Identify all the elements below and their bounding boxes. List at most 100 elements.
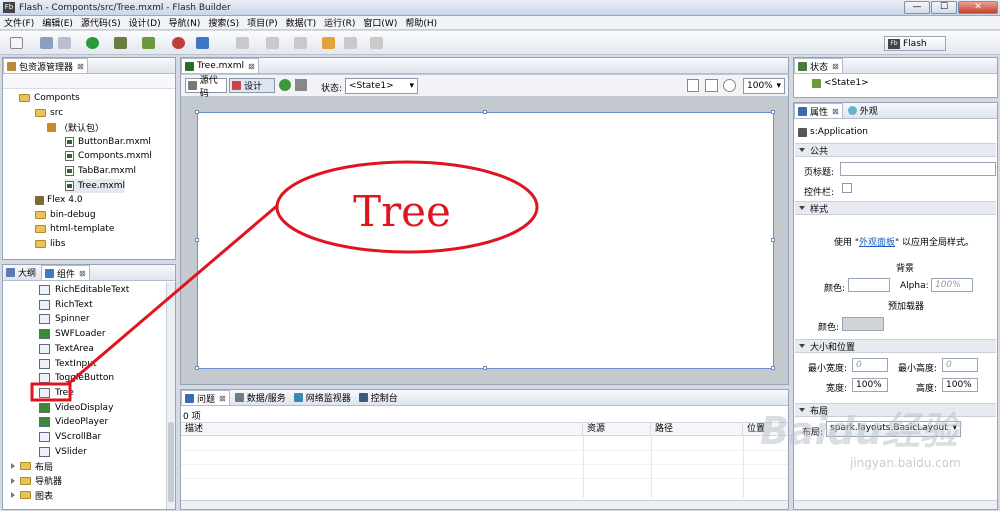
component-item[interactable]: Spinner — [39, 312, 90, 326]
tree-item-file[interactable]: TabBar.mxml — [65, 164, 136, 178]
control-bar-checkbox[interactable] — [842, 183, 852, 193]
state-item[interactable]: <State1> — [812, 76, 869, 90]
select-tool-icon[interactable] — [687, 79, 699, 92]
properties-horizontal-scrollbar[interactable] — [794, 500, 997, 509]
tree-item-folder[interactable]: src — [35, 106, 63, 120]
design-mode-button[interactable]: 设计 — [229, 78, 275, 93]
tree-item-file[interactable]: ButtonBar.mxml — [65, 135, 151, 149]
tree-item-folder[interactable]: Flex 4.0 — [35, 193, 83, 207]
snapshot-icon[interactable] — [295, 79, 307, 91]
column-description[interactable]: 描述 — [181, 423, 583, 435]
components-scrollbar[interactable] — [166, 282, 175, 509]
height-input[interactable]: 100% — [942, 378, 978, 392]
tab-problems-1[interactable]: 数据/服务 — [232, 390, 289, 405]
layout-dropdown[interactable]: spark.layouts.BasicLayout ▾ — [826, 421, 961, 437]
component-item[interactable]: VideoPlayer — [39, 415, 108, 429]
component-item[interactable]: VideoDisplay — [39, 401, 113, 415]
design-canvas[interactable] — [197, 112, 774, 369]
component-item[interactable]: RichEditableText — [39, 283, 129, 297]
component-item[interactable]: TextArea — [39, 342, 94, 356]
component-item[interactable]: VSlider — [39, 445, 87, 459]
tree-item-folder[interactable]: Componts — [19, 91, 80, 105]
expand-icon[interactable] — [11, 463, 15, 469]
component-group[interactable]: 导航器 — [11, 474, 62, 488]
menu-item[interactable]: 帮助(H) — [401, 16, 441, 29]
pan-tool-icon[interactable] — [705, 79, 718, 92]
export-icon[interactable] — [172, 37, 185, 49]
tab-properties[interactable]: 属性 ⊠ — [794, 103, 843, 118]
component-item[interactable]: VScrollBar — [39, 430, 101, 444]
debug-icon[interactable] — [114, 37, 127, 49]
menu-item[interactable]: 导航(N) — [165, 16, 205, 29]
column-location[interactable]: 位置 — [743, 423, 788, 435]
tree-item-folder[interactable]: bin-debug — [35, 208, 96, 222]
tab-problems-2[interactable]: 网络监视器 — [291, 390, 354, 405]
minimize-button[interactable]: — — [904, 1, 930, 14]
close-icon[interactable]: ⊠ — [79, 269, 86, 278]
menu-item[interactable]: 数据(T) — [282, 16, 321, 29]
refresh-icon[interactable] — [279, 79, 291, 91]
menu-item[interactable]: 文件(F) — [0, 16, 38, 29]
tree-item-file[interactable]: Tree.mxml — [65, 178, 125, 193]
problems-horizontal-scrollbar[interactable] — [181, 500, 788, 509]
preloader-color-swatch[interactable] — [842, 317, 884, 331]
background-color-swatch[interactable] — [848, 278, 890, 292]
maximize-button[interactable]: ☐ — [931, 1, 957, 14]
component-group[interactable]: 图表 — [11, 488, 53, 502]
tree-item-folder[interactable]: html-template — [35, 222, 114, 236]
forward-icon[interactable] — [370, 37, 383, 49]
close-icon[interactable]: ⊠ — [77, 62, 84, 71]
component-group[interactable]: 布局 — [11, 459, 53, 473]
tab-problems-3[interactable]: 控制台 — [356, 390, 401, 405]
component-item[interactable]: TextInput — [39, 357, 97, 371]
menu-item[interactable]: 设计(D) — [125, 16, 165, 29]
tree-item-folder[interactable]: libs — [35, 237, 65, 251]
expand-icon[interactable] — [11, 477, 15, 484]
zoom-tool-icon[interactable] — [723, 79, 736, 92]
tab-package-explorer[interactable]: 包资源管理器 ⊠ — [3, 58, 88, 73]
section-size[interactable]: 大小和位置 — [795, 339, 996, 353]
state-dropdown[interactable]: <State1> ▾ — [345, 78, 418, 94]
zoom-dropdown[interactable]: 100% ▾ — [743, 78, 785, 94]
menu-item[interactable]: 搜索(S) — [204, 16, 243, 29]
section-layout[interactable]: 布局 — [795, 403, 996, 417]
appearance-panel-link[interactable]: 外观面板 — [859, 238, 895, 248]
column-path[interactable]: 路径 — [651, 423, 743, 435]
menu-item[interactable]: 运行(R) — [320, 16, 359, 29]
component-item[interactable]: SWFLoader — [39, 327, 106, 341]
menu-item[interactable]: 编辑(E) — [38, 16, 77, 29]
close-icon[interactable]: ⊠ — [219, 394, 226, 403]
scrollbar-thumb[interactable] — [168, 422, 174, 502]
expand-icon[interactable] — [11, 492, 15, 498]
menu-item[interactable]: 源代码(S) — [77, 16, 125, 29]
section-style[interactable]: 样式 — [795, 201, 996, 215]
min-height-input[interactable]: 0 — [942, 358, 978, 372]
close-icon[interactable]: ⊠ — [832, 107, 839, 116]
profile-icon[interactable] — [142, 37, 155, 49]
width-input[interactable]: 100% — [852, 378, 888, 392]
component-item[interactable]: RichText — [39, 298, 93, 312]
close-icon[interactable]: ⊠ — [832, 62, 839, 71]
last-edit-icon[interactable] — [322, 37, 335, 49]
alpha-input[interactable]: 100% — [931, 278, 973, 292]
column-resource[interactable]: 资源 — [583, 423, 651, 435]
tab-problems-0[interactable]: 问题 ⊠ — [181, 390, 230, 405]
component-item[interactable]: Tree — [39, 386, 74, 400]
tab-states[interactable]: 状态 ⊠ — [794, 58, 843, 73]
component-item[interactable]: ToggleButton — [39, 371, 114, 385]
save-icon[interactable] — [40, 37, 53, 49]
prev-annotation-icon[interactable] — [294, 37, 307, 49]
data-icon[interactable] — [196, 37, 209, 49]
print-icon[interactable] — [58, 37, 71, 49]
close-icon[interactable]: ⊠ — [248, 62, 255, 71]
page-title-input[interactable] — [840, 162, 996, 176]
tab-outline[interactable]: 大纲 — [3, 265, 39, 280]
back-icon[interactable] — [344, 37, 357, 49]
close-button[interactable]: ✕ — [958, 1, 998, 14]
run-icon[interactable] — [86, 37, 99, 49]
tree-item-file[interactable]: Componts.mxml — [65, 149, 152, 163]
tree-item-folder[interactable]: （默认包） — [47, 120, 104, 134]
pen-icon[interactable] — [236, 37, 249, 49]
perspective-flash-button[interactable]: Fb Flash — [884, 36, 946, 51]
menu-item[interactable]: 项目(P) — [243, 16, 281, 29]
